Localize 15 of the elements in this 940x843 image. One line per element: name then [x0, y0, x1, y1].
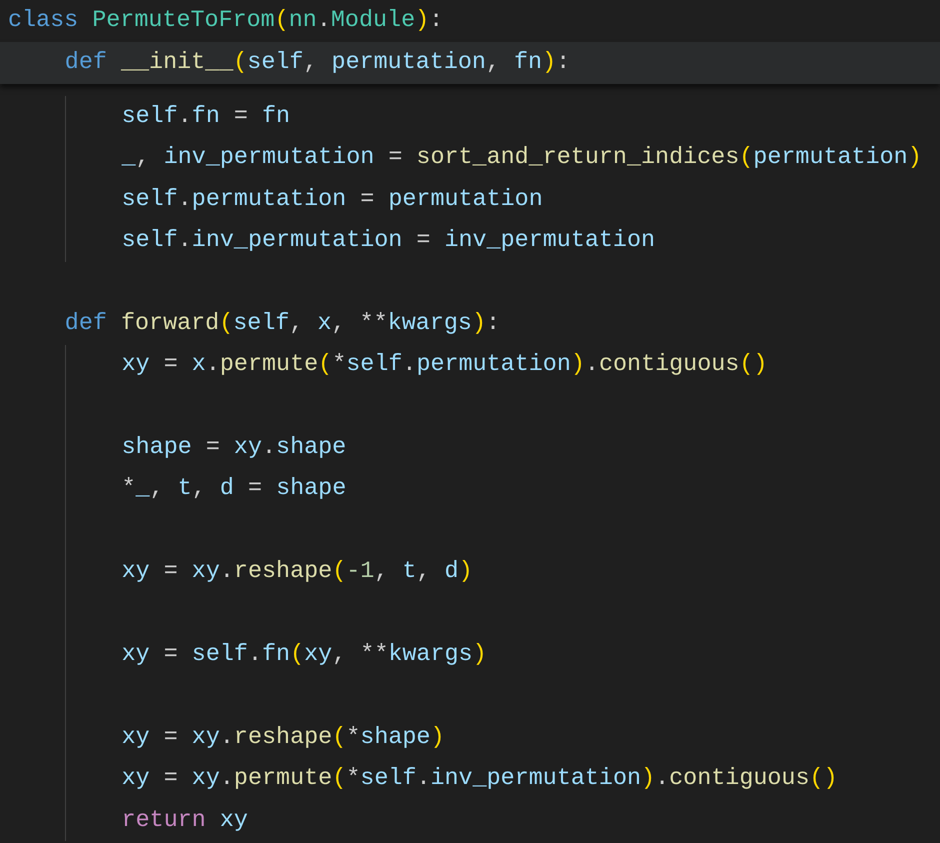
code-line: return xy: [122, 806, 248, 835]
code-line: xy = xy.reshape(*shape): [122, 724, 445, 752]
code-line: def __init__(self, permutation, fn):: [64, 48, 570, 78]
code-line: *_, t, d = shape: [122, 475, 346, 504]
code-line: xy = xy.reshape(-1, t, d): [122, 558, 473, 586]
code-line: self.fn = fn: [122, 102, 290, 132]
code-line: _, inv_permutation = sort_and_return_indices(permutation): [122, 144, 922, 172]
code-line: xy = x.permute(*self.permutation).contiguous(): [122, 351, 768, 380]
code-line: self.inv_permutation = inv_permutation: [122, 227, 656, 256]
code-line: shape = xy.shape: [122, 434, 346, 462]
code-line: self.permutation = permutation: [122, 186, 543, 214]
code-line: xy = xy.permute(*self.inv_permutation).contiguous(): [122, 765, 838, 794]
code-line: def forward(self, x, **kwargs):: [64, 310, 500, 338]
code-line: xy = self.fn(xy, **kwargs): [122, 641, 487, 670]
code-line: class PermuteToFrom(nn.Module):: [8, 6, 444, 36]
